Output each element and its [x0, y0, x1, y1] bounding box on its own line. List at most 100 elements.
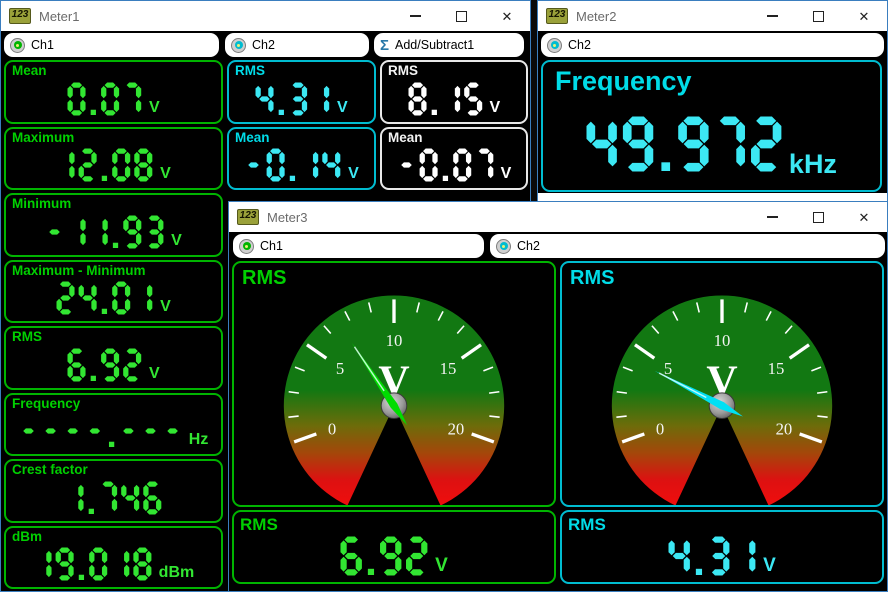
- minimize-button[interactable]: [392, 1, 438, 31]
- maximize-button[interactable]: [795, 202, 841, 232]
- seven-segment-display: [65, 481, 162, 515]
- unit-label: V: [160, 165, 171, 183]
- maximize-button[interactable]: [438, 1, 484, 31]
- tab-label: Ch1: [260, 239, 283, 253]
- measurement-label: dBm: [12, 529, 42, 544]
- gauge-tick-label: 5: [336, 359, 344, 378]
- close-icon: ✕: [859, 211, 870, 224]
- window-title: Meter1: [39, 9, 79, 24]
- measurement-panel: RMSV: [380, 60, 528, 124]
- seven-segment-display: [340, 536, 428, 576]
- meter2-client: Frequency kHz: [538, 59, 887, 202]
- window-controls: ✕: [749, 1, 887, 31]
- measurement-value: V: [10, 345, 217, 385]
- tab-label: Ch1: [31, 38, 54, 52]
- meter3-tabbar: Ch1 Ch2: [229, 232, 887, 260]
- tab-label: Ch2: [517, 239, 540, 253]
- app-icon: 123: [237, 209, 259, 225]
- measurement-panel: Maximum - Minimum V: [4, 260, 223, 324]
- unit-label: kHz: [789, 149, 837, 180]
- measurement-panel: RMSV: [4, 326, 223, 390]
- gauge-tick-label: 0: [656, 420, 664, 439]
- gauge-tick-label: 10: [714, 331, 731, 350]
- seven-segment-display: [668, 536, 756, 576]
- seven-segment-display: [33, 547, 152, 581]
- close-button[interactable]: ✕: [484, 1, 530, 31]
- seven-segment-display: [56, 148, 153, 182]
- minimize-icon: [410, 15, 421, 17]
- meter2-titlebar[interactable]: 123 Meter2 ✕: [538, 1, 887, 31]
- unit-label: V: [149, 99, 160, 117]
- measurement-value: V: [386, 79, 522, 119]
- analog-gauge: 05101520V: [234, 263, 554, 505]
- maximize-icon: [813, 11, 824, 22]
- measurement-panel: FrequencyHz: [4, 393, 223, 457]
- gauge-panel-ch2: RMS05101520V: [560, 261, 884, 507]
- measurement-panel: MaximumV: [4, 127, 223, 191]
- meter3-client: RMS05101520V RMS05101520V RMSV RMSV: [229, 260, 887, 591]
- app-icon: 123: [9, 8, 31, 24]
- seven-segment-display: [408, 82, 483, 116]
- seven-segment-display: [67, 348, 142, 382]
- tab-label: Ch2: [252, 38, 275, 52]
- window-title: Meter3: [267, 210, 307, 225]
- unit-label: V: [149, 365, 160, 383]
- tab-add-subtract1[interactable]: ΣAdd/Subtract1: [374, 33, 524, 57]
- seven-segment-display: [244, 148, 341, 182]
- unit-label: dBm: [159, 564, 195, 582]
- measurement-value: V: [10, 212, 217, 252]
- tab-ch2[interactable]: Ch2: [541, 33, 884, 57]
- minimize-icon: [767, 15, 778, 17]
- gauge-label: RMS: [242, 267, 286, 290]
- gauge-tick-label: 20: [448, 420, 465, 439]
- channel-icon: [496, 239, 511, 254]
- minimize-button[interactable]: [749, 202, 795, 232]
- gauge-panel-ch1: RMS05101520V: [232, 261, 556, 507]
- window-controls: ✕: [749, 202, 887, 232]
- readout-panel-ch2: RMSV: [560, 510, 884, 584]
- maximize-icon: [456, 11, 467, 22]
- seven-segment-display: [67, 82, 142, 116]
- seven-segment-display: [45, 215, 164, 249]
- meter2-tabbar: Ch2: [538, 31, 887, 59]
- gauge-tick-label: 10: [386, 331, 403, 350]
- unit-label: V: [501, 165, 512, 183]
- gauge-minor-tick: [817, 416, 827, 417]
- minimize-icon: [767, 216, 778, 218]
- column-ch2: RMSV Mean V: [227, 60, 376, 193]
- measurement-value: [10, 478, 217, 518]
- measurement-label: Minimum: [12, 196, 71, 211]
- meter3-titlebar[interactable]: 123 Meter3 ✕: [229, 202, 887, 232]
- unit-label: V: [171, 232, 182, 250]
- close-button[interactable]: ✕: [841, 202, 887, 232]
- window-controls: ✕: [392, 1, 530, 31]
- measurement-value: kHz: [547, 106, 876, 182]
- tab-ch2[interactable]: Ch2: [225, 33, 369, 57]
- meter1-titlebar[interactable]: 123 Meter1 ✕: [1, 1, 530, 31]
- seven-segment-display: [19, 414, 182, 448]
- analog-gauge: 05101520V: [562, 263, 882, 505]
- unit-label: V: [337, 99, 348, 117]
- tab-ch1[interactable]: Ch1: [4, 33, 219, 57]
- measurement-label: Frequency: [555, 66, 692, 97]
- unit-label: V: [763, 555, 776, 577]
- close-button[interactable]: ✕: [841, 1, 887, 31]
- maximize-button[interactable]: [795, 1, 841, 31]
- unit-label: V: [160, 298, 171, 316]
- measurement-value: dBm: [10, 545, 217, 585]
- unit-label: V: [435, 555, 448, 577]
- tab-ch2[interactable]: Ch2: [490, 234, 885, 258]
- column-add-subtract1: RMSVMeanV: [380, 60, 528, 193]
- measurement-label: Mean: [235, 130, 270, 145]
- measurement-label: Crest factor: [12, 462, 88, 477]
- measurement-label: Maximum - Minimum: [12, 263, 146, 278]
- measurement-value: V: [386, 146, 522, 186]
- maximize-icon: [813, 212, 824, 223]
- meter1-tabbar: Ch1 Ch2 ΣAdd/Subtract1: [1, 31, 530, 59]
- measurement-panel: RMSV: [227, 60, 376, 124]
- seven-segment-display: [586, 116, 782, 172]
- minimize-button[interactable]: [749, 1, 795, 31]
- close-icon: ✕: [859, 10, 870, 23]
- measurement-value: V: [238, 532, 550, 579]
- tab-ch1[interactable]: Ch1: [233, 234, 484, 258]
